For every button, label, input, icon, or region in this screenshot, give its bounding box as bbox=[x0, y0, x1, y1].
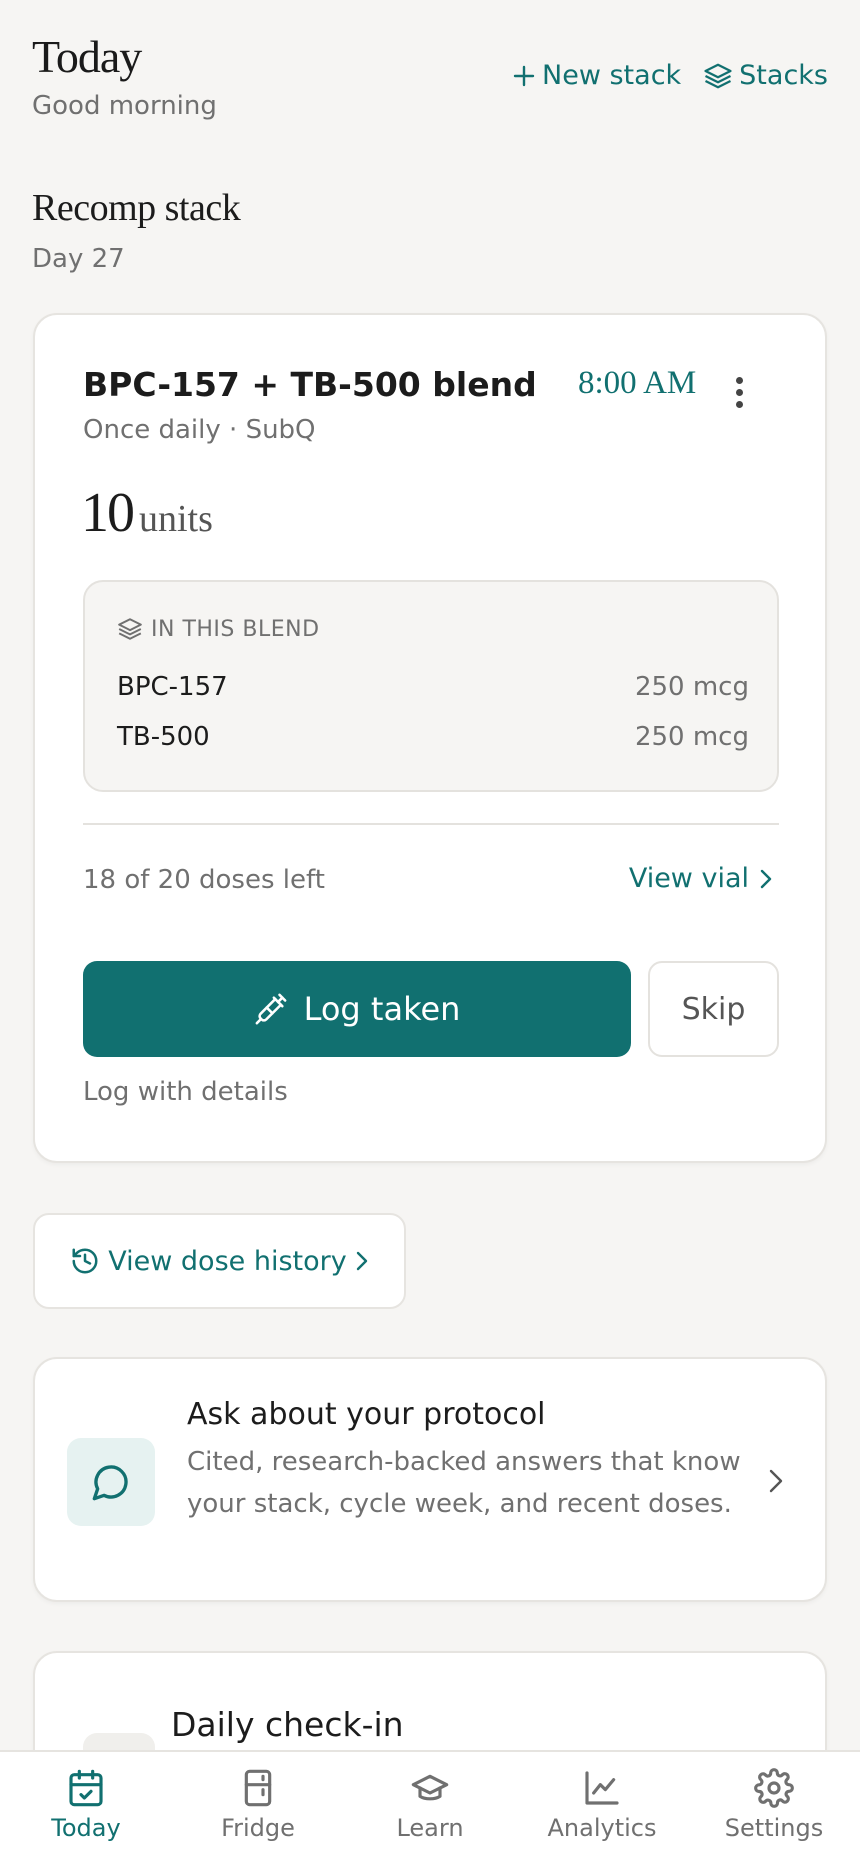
divider bbox=[83, 823, 779, 825]
new-stack-label: New stack bbox=[542, 60, 682, 91]
plus-icon bbox=[513, 65, 535, 86]
nav-label: Settings bbox=[724, 1814, 824, 1842]
nav-item-settings[interactable]: Settings bbox=[688, 1752, 860, 1864]
stacks-button[interactable]: Stacks bbox=[703, 60, 828, 91]
gear-icon bbox=[754, 1768, 794, 1808]
dose-time: 8:00 AM bbox=[578, 365, 697, 401]
chevron-right-icon bbox=[760, 869, 772, 888]
blend-ingredient-name: TB-500 bbox=[117, 722, 210, 752]
greeting-text: Good morning bbox=[32, 91, 217, 121]
blend-ingredient-name: BPC-157 bbox=[117, 672, 228, 702]
stack-name: Recomp stack bbox=[32, 187, 241, 229]
new-stack-button[interactable]: New stack bbox=[512, 60, 681, 91]
nav-label: Fridge bbox=[221, 1814, 295, 1842]
bottom-nav: Today Fridge Learn Analytics Settings bbox=[0, 1750, 860, 1864]
stacks-label: Stacks bbox=[739, 60, 828, 91]
nav-item-learn[interactable]: Learn bbox=[344, 1752, 516, 1864]
nav-label: Analytics bbox=[547, 1814, 657, 1842]
blend-row: BPC-157 250 mcg bbox=[117, 672, 749, 702]
line-chart-icon bbox=[585, 1771, 619, 1805]
doses-left-text: 18 of 20 doses left bbox=[83, 865, 325, 895]
view-dose-history-label: View dose history bbox=[108, 1245, 347, 1277]
dose-amount-unit: units bbox=[139, 498, 213, 540]
syringe-icon bbox=[255, 993, 287, 1025]
log-taken-label: Log taken bbox=[303, 990, 461, 1028]
nav-item-today[interactable]: Today bbox=[0, 1752, 172, 1864]
layers-icon bbox=[704, 63, 732, 88]
dose-card: BPC-157 + TB-500 blend 8:00 AM Once dail… bbox=[33, 313, 827, 1163]
view-vial-label: View vial bbox=[628, 863, 749, 894]
log-with-details-link[interactable]: Log with details bbox=[83, 1077, 288, 1107]
blend-ingredient-amount: 250 mcg bbox=[634, 672, 749, 702]
history-icon bbox=[72, 1248, 98, 1274]
ask-title: Ask about your protocol bbox=[187, 1397, 546, 1432]
layers-icon bbox=[118, 618, 142, 640]
calendar-check-icon bbox=[69, 1769, 103, 1807]
nav-label: Today bbox=[51, 1814, 121, 1842]
skip-button[interactable]: Skip bbox=[648, 961, 779, 1057]
ask-description: Cited, research-backed answers that know… bbox=[187, 1447, 741, 1519]
dose-frequency: Once daily · SubQ bbox=[83, 415, 316, 445]
graduation-cap-icon bbox=[411, 1774, 449, 1801]
ask-protocol-card[interactable]: Ask about your protocol Cited, research-… bbox=[33, 1357, 827, 1602]
nav-item-analytics[interactable]: Analytics bbox=[516, 1752, 688, 1864]
nav-item-fridge[interactable]: Fridge bbox=[172, 1752, 344, 1864]
chevron-right-icon bbox=[356, 1251, 367, 1271]
stack-day: Day 27 bbox=[32, 244, 125, 274]
dose-name: BPC-157 + TB-500 blend bbox=[83, 365, 537, 404]
checkin-title: Daily check-in bbox=[171, 1705, 404, 1744]
blend-header-label: IN THIS BLEND bbox=[151, 616, 320, 642]
blend-ingredient-amount: 250 mcg bbox=[634, 722, 749, 752]
dose-amount-value: 10 bbox=[81, 482, 135, 544]
page-header: Today Good morning New stack Stacks bbox=[32, 30, 828, 121]
fridge-icon bbox=[244, 1769, 272, 1807]
view-dose-history-button[interactable]: View dose history bbox=[33, 1213, 406, 1309]
blend-row: TB-500 250 mcg bbox=[117, 722, 749, 752]
log-taken-button[interactable]: Log taken bbox=[83, 961, 631, 1057]
blend-header: IN THIS BLEND bbox=[117, 616, 320, 642]
nav-label: Learn bbox=[396, 1814, 464, 1842]
more-options-icon[interactable] bbox=[727, 375, 751, 411]
chat-bubble-icon bbox=[67, 1438, 155, 1526]
view-vial-link[interactable]: View vial bbox=[629, 863, 773, 894]
blend-box: IN THIS BLEND BPC-157 250 mcg TB-500 250… bbox=[83, 580, 779, 792]
header-actions: New stack Stacks bbox=[512, 60, 828, 91]
chevron-right-icon bbox=[769, 1469, 783, 1493]
dose-amount: 10 units bbox=[81, 481, 213, 545]
